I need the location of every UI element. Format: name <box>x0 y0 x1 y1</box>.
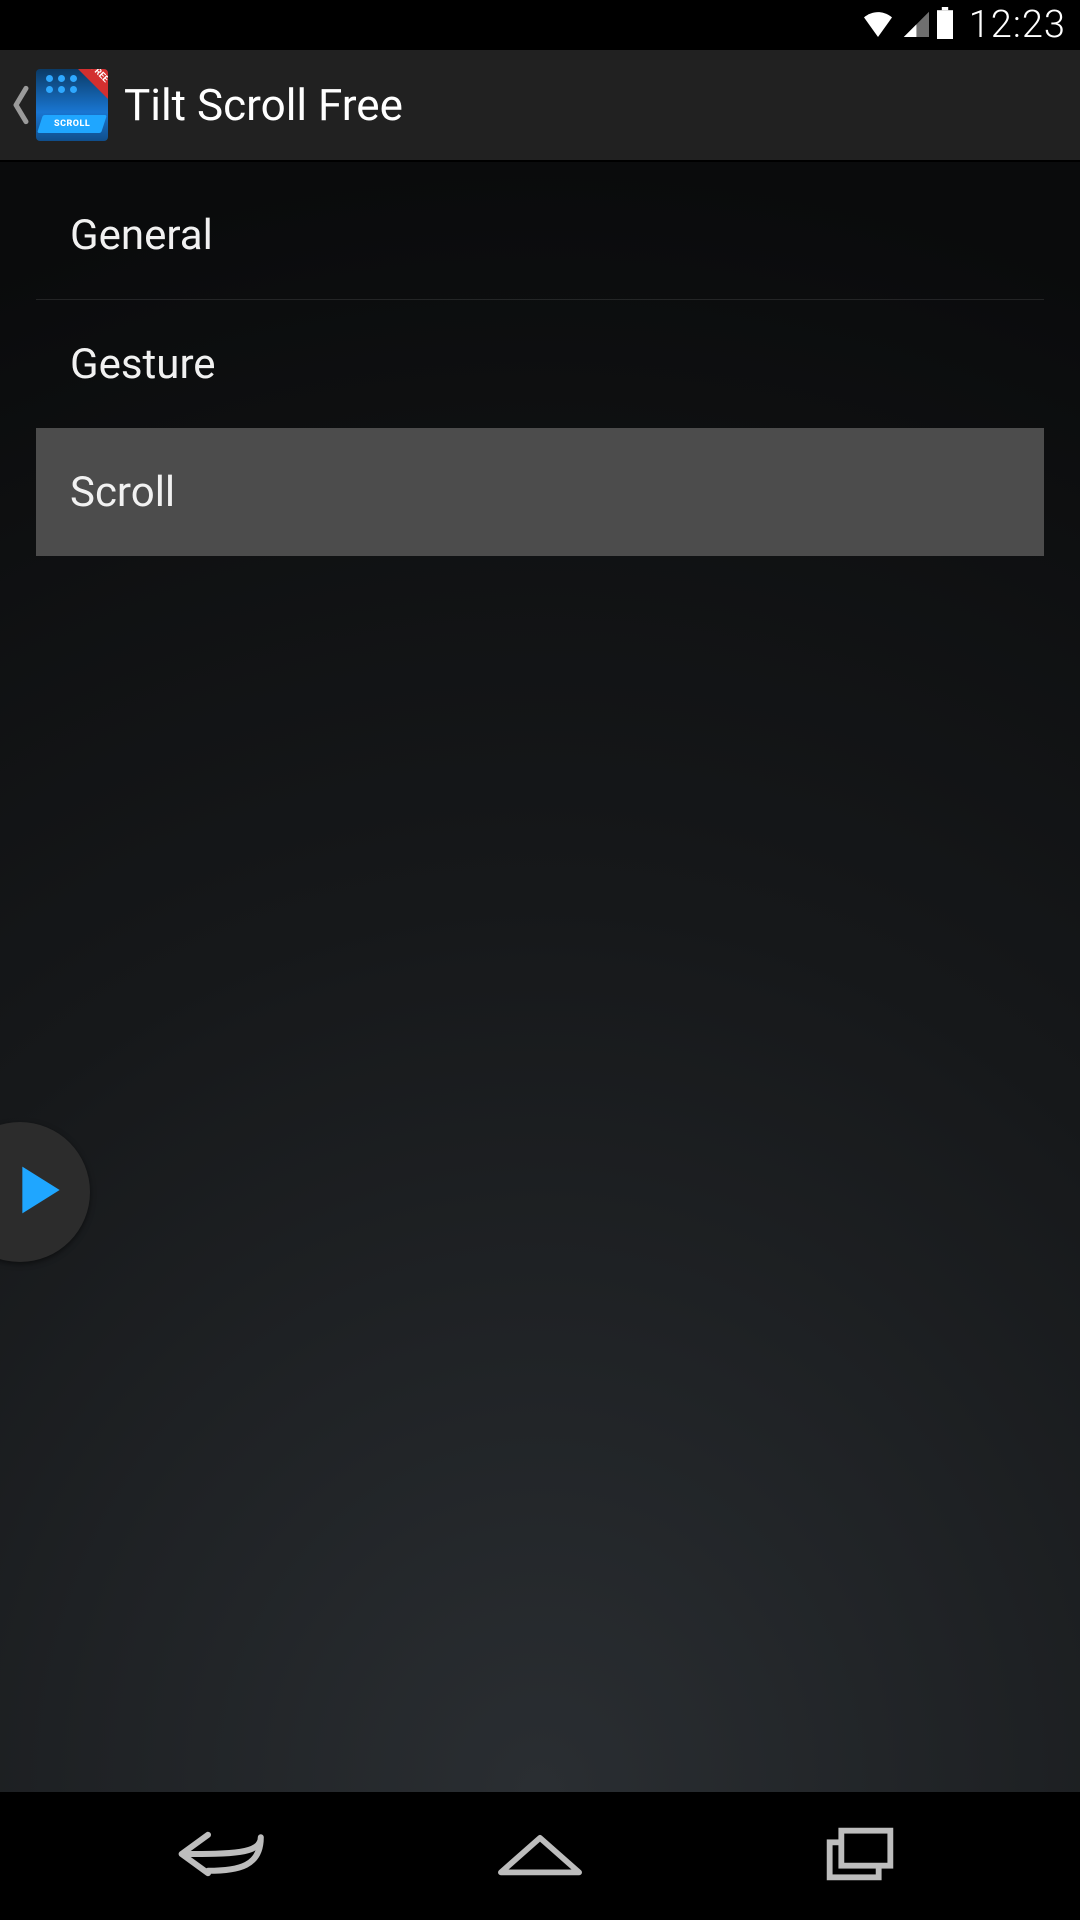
nav-home-icon <box>494 1826 586 1886</box>
list-item-label: Gesture <box>70 340 216 389</box>
action-bar: FREE SCROLL Tilt Scroll Free <box>0 50 1080 162</box>
status-icons: 12:23 <box>861 3 1066 47</box>
list-item-label: Scroll <box>70 468 175 517</box>
status-bar: 12:23 <box>0 0 1080 50</box>
navigation-bar <box>0 1792 1080 1920</box>
cellular-icon <box>901 9 929 41</box>
list-item-label: General <box>70 211 213 260</box>
app-icon[interactable]: FREE SCROLL <box>36 69 108 141</box>
list-item-scroll[interactable]: Scroll <box>36 428 1044 556</box>
play-icon <box>16 1162 66 1222</box>
settings-list: General Gesture Scroll <box>0 162 1080 556</box>
page-title: Tilt Scroll Free <box>124 79 403 131</box>
wifi-icon <box>861 9 895 41</box>
free-badge-text: FREE <box>89 69 108 85</box>
back-caret-icon[interactable] <box>10 85 32 125</box>
list-item-gesture[interactable]: Gesture <box>36 300 1044 428</box>
nav-recent-icon <box>820 1826 900 1886</box>
status-clock: 12:23 <box>969 3 1066 47</box>
nav-back-button[interactable] <box>130 1816 310 1896</box>
nav-recent-button[interactable] <box>770 1816 950 1896</box>
content-area: General Gesture Scroll <box>0 162 1080 1792</box>
nav-back-icon <box>172 1824 268 1888</box>
battery-icon <box>935 7 955 43</box>
list-item-general[interactable]: General <box>36 172 1044 300</box>
nav-home-button[interactable] <box>450 1816 630 1896</box>
scroll-band-text: SCROLL <box>54 119 90 129</box>
play-button[interactable] <box>0 1122 90 1262</box>
free-badge-icon: FREE <box>78 69 108 99</box>
